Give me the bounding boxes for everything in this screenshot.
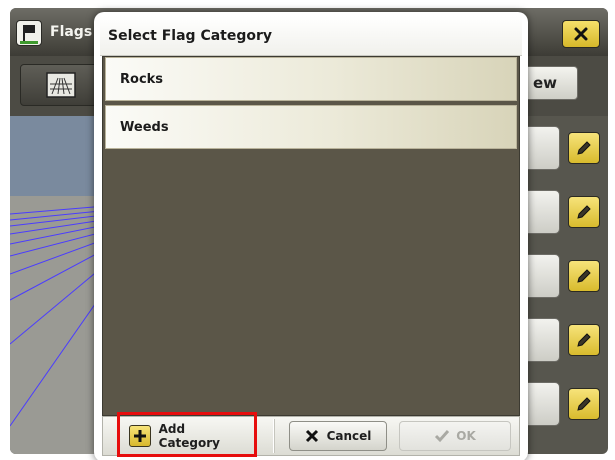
view-button-label: ew: [532, 74, 557, 92]
pencil-icon: [577, 269, 591, 283]
cancel-button[interactable]: Cancel: [289, 421, 387, 451]
close-icon[interactable]: [562, 20, 600, 48]
edit-button[interactable]: [568, 388, 600, 420]
edit-button[interactable]: [568, 260, 600, 292]
check-icon: [434, 429, 450, 443]
select-flag-category-dialog: Select Flag Category Rocks Weeds Add Cat…: [94, 12, 528, 460]
category-item-rocks[interactable]: Rocks: [105, 57, 517, 101]
map-view-icon: [46, 72, 76, 98]
edit-button[interactable]: [568, 196, 600, 228]
edit-button[interactable]: [568, 132, 600, 164]
add-category-highlight: [117, 412, 257, 457]
pencil-icon: [577, 141, 591, 155]
ok-label: OK: [456, 429, 476, 443]
x-icon: [305, 429, 319, 443]
dialog-header: Select Flag Category: [100, 16, 522, 56]
pencil-icon: [577, 333, 591, 347]
pencil-icon: [577, 397, 591, 411]
category-label: Rocks: [120, 71, 164, 87]
app-title: Flags: [50, 24, 93, 40]
cancel-label: Cancel: [326, 429, 372, 443]
category-item-weeds[interactable]: Weeds: [105, 105, 517, 149]
map-view-button[interactable]: [20, 64, 102, 106]
category-label: Weeds: [120, 119, 169, 135]
dialog-title: Select Flag Category: [108, 27, 273, 44]
pencil-icon: [577, 205, 591, 219]
category-list: Rocks Weeds: [102, 56, 520, 416]
edit-button[interactable]: [568, 324, 600, 356]
flag-icon: [16, 20, 42, 46]
ok-button[interactable]: OK: [399, 421, 511, 451]
footer-divider: [273, 419, 275, 453]
